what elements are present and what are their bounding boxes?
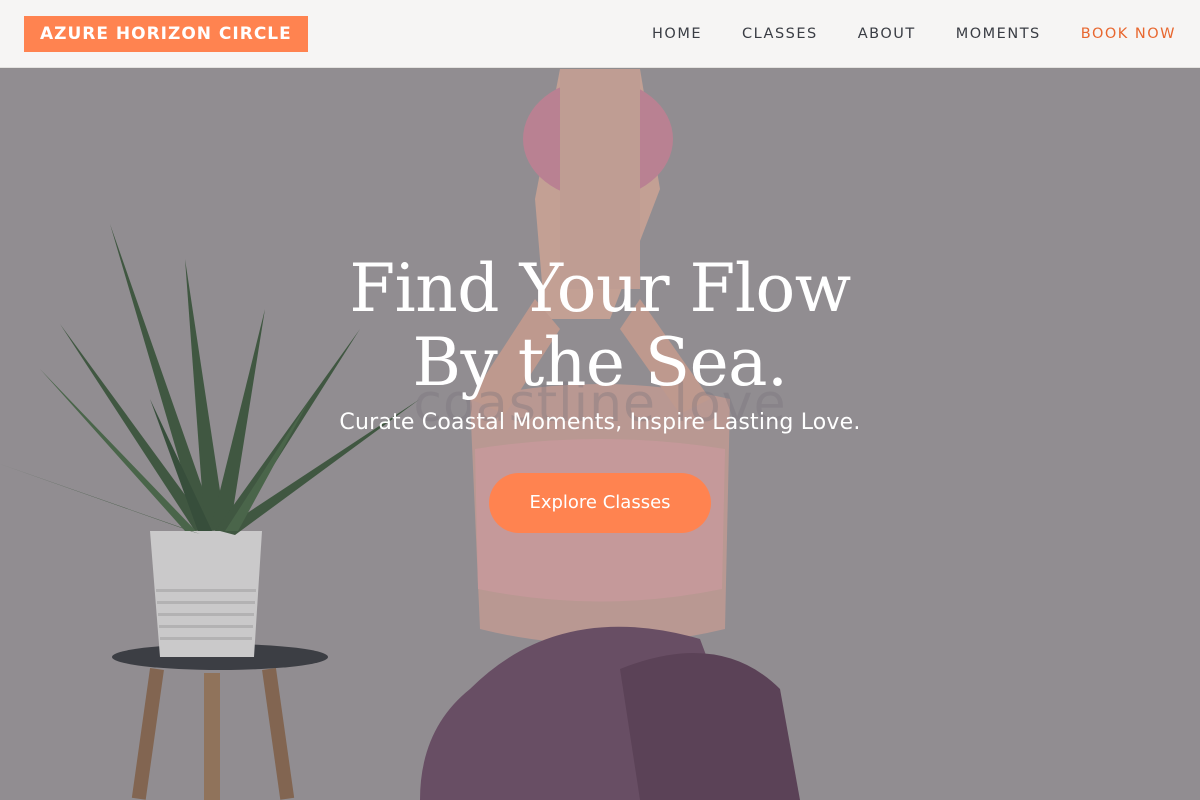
hero-headline-line-2: By the Sea. [412, 324, 788, 401]
hero-tagline: Curate Coastal Moments, Inspire Lasting … [339, 410, 861, 435]
nav-about-link[interactable]: ABOUT [858, 26, 916, 42]
hero-headline: Find Your Flow By the Sea. [0, 252, 1200, 400]
nav-book-now-link[interactable]: BOOK NOW [1081, 26, 1176, 42]
hero-content: Find Your Flow By the Sea. Curate Coasta… [0, 252, 1200, 533]
main-nav: HOME CLASSES ABOUT MOMENTS BOOK NOW [612, 26, 1176, 42]
explore-classes-button[interactable]: Explore Classes [489, 473, 711, 533]
site-header: AZURE HORIZON CIRCLE HOME CLASSES ABOUT … [0, 0, 1200, 68]
brand-logo[interactable]: AZURE HORIZON CIRCLE [24, 15, 308, 52]
hero-headline-line-1: Find Your Flow [349, 250, 851, 327]
nav-moments-link[interactable]: MOMENTS [956, 26, 1041, 42]
nav-classes-link[interactable]: CLASSES [742, 26, 818, 42]
nav-home-link[interactable]: HOME [652, 26, 702, 42]
